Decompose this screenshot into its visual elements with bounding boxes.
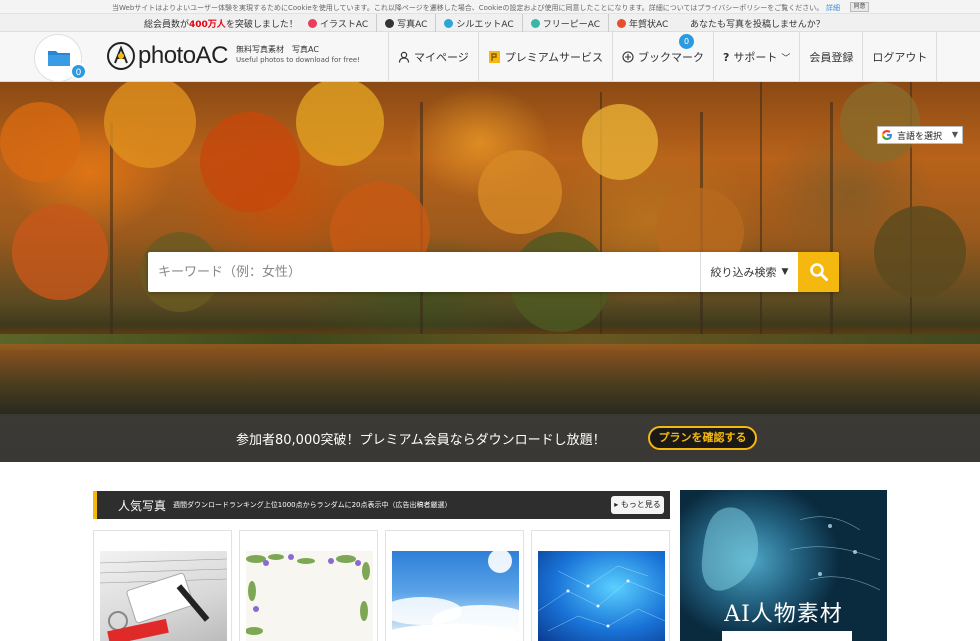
site-link-freebieac[interactable]: フリーピーAC bbox=[521, 14, 608, 32]
hero-section: 言語を選択 ▼ 絞り込み検索 ▼ 参加者80,000突破！プレミアム会員ならダウ… bbox=[0, 82, 980, 462]
folder-icon bbox=[48, 51, 70, 66]
logo-text: photoAC bbox=[138, 42, 228, 69]
illustac-icon bbox=[308, 18, 317, 28]
question-icon: ? bbox=[723, 50, 730, 64]
site-link-illustac[interactable]: イラストAC bbox=[300, 14, 376, 32]
photo-thumbnail-flowers[interactable] bbox=[246, 551, 373, 641]
more-button[interactable]: ▸ もっと見る bbox=[611, 496, 664, 514]
dropdown-arrow-icon: ▼ bbox=[951, 130, 958, 139]
cookie-accept-button[interactable]: 同意 bbox=[850, 2, 869, 12]
user-icon bbox=[398, 51, 410, 63]
photo-card[interactable] bbox=[531, 530, 670, 641]
cookie-bar: 当Webサイトはよりよいユーザー体験を実現するためにCookieを使用しています… bbox=[0, 0, 980, 14]
nav-logout[interactable]: ログアウト bbox=[862, 32, 938, 82]
site-link-silhouetteac[interactable]: シルエットAC bbox=[435, 14, 521, 32]
photo-thumbnail-sky[interactable] bbox=[392, 551, 519, 641]
chevron-down-icon: ﹀ bbox=[781, 53, 791, 64]
promo-text: 参加者80,000突破！プレミアム会員ならダウンロードし放題！ bbox=[236, 433, 606, 448]
ai-banner-title: AI人物素材 bbox=[724, 602, 843, 627]
plus-circle-icon bbox=[622, 51, 634, 63]
search-input[interactable] bbox=[148, 252, 700, 292]
promo-bar: 参加者80,000突破！プレミアム会員ならダウンロードし放題！ プランを確認する bbox=[0, 414, 980, 462]
nav-support[interactable]: ? サポート ﹀ bbox=[713, 32, 799, 82]
blue-sky-image bbox=[392, 551, 519, 641]
tagline: 無料写真素材 写真AC Useful photos to download fo… bbox=[236, 45, 360, 64]
search-icon bbox=[809, 263, 828, 281]
site-link-nengajoac[interactable]: 年賀状AC bbox=[608, 14, 676, 32]
ai-banner-strip bbox=[722, 631, 852, 641]
photo-card[interactable] bbox=[239, 530, 378, 641]
cookie-notice: 当Webサイトはよりよいユーザー体験を実現するためにCookieを使用しています… bbox=[112, 4, 824, 12]
folder-count-badge: 0 bbox=[70, 63, 87, 80]
study-card-image bbox=[100, 558, 227, 641]
sister-sites: イラストAC 写真AC シルエットAC フリーピーAC 年賀状AC bbox=[300, 14, 676, 32]
lake-water bbox=[0, 344, 980, 416]
cookie-detail-link[interactable]: 詳細 bbox=[826, 3, 840, 13]
check-plan-button[interactable]: プランを確認する bbox=[648, 426, 757, 450]
freebieac-icon bbox=[530, 18, 540, 28]
popular-header: 人気写真 週間ダウンロードランキング上位1000点からランダムに20点表示中（広… bbox=[93, 491, 670, 519]
photo-thumbnail-study[interactable] bbox=[100, 551, 227, 641]
member-count: 総会員数が400万人を突破しました！ bbox=[144, 20, 298, 30]
site-logo[interactable]: photoAC bbox=[106, 39, 228, 73]
nav-premium[interactable]: プレミアムサービス bbox=[477, 32, 612, 82]
photoac-icon bbox=[385, 18, 395, 28]
popular-subtitle: 週間ダウンロードランキング上位1000点からランダムに20点表示中（広告出稿者厳… bbox=[173, 501, 452, 509]
photo-card[interactable] bbox=[385, 530, 524, 641]
info-bar: 総会員数が400万人を突破しました！ イラストAC 写真AC シルエットAC フ… bbox=[0, 14, 980, 32]
silhouetteac-icon bbox=[444, 18, 454, 28]
ai-person-banner[interactable]: AI人物素材 bbox=[680, 490, 887, 641]
photo-card[interactable] bbox=[93, 530, 232, 641]
site-link-photoac[interactable]: 写真AC bbox=[376, 14, 435, 32]
popular-title: 人気写真 bbox=[118, 499, 167, 513]
filter-search-button[interactable]: 絞り込み検索 ▼ bbox=[700, 252, 798, 292]
photo-thumbnail-network[interactable] bbox=[538, 551, 665, 641]
header-accent bbox=[93, 491, 97, 519]
nav-register[interactable]: 会員登録 bbox=[799, 32, 862, 82]
flower-frame-image bbox=[246, 554, 370, 635]
nengajoac-icon bbox=[617, 18, 626, 28]
nav-bookmark[interactable]: ブックマーク 0 bbox=[612, 32, 713, 82]
dropdown-triangle-icon: ▼ bbox=[781, 267, 789, 277]
search-button[interactable] bbox=[798, 252, 839, 292]
network-image bbox=[538, 565, 665, 632]
google-icon bbox=[881, 130, 892, 140]
nav-mypage[interactable]: マイページ bbox=[388, 32, 478, 82]
forest-trees bbox=[0, 82, 966, 342]
language-select[interactable]: 言語を選択 ▼ bbox=[877, 126, 963, 144]
post-photo-link[interactable]: あなたも写真を投稿しませんか？ bbox=[690, 17, 825, 30]
photoac-logo-icon bbox=[107, 42, 135, 70]
premium-icon bbox=[488, 51, 500, 63]
bookmark-count-badge: 0 bbox=[679, 34, 695, 49]
search-box: 絞り込み検索 ▼ bbox=[148, 252, 839, 292]
main-nav: マイページ プレミアムサービス ブックマーク 0 ? サポート ﹀ 会員登録 ロ… bbox=[388, 32, 938, 82]
site-header: 0 photoAC 無料写真素材 写真AC Useful photos to d… bbox=[0, 32, 980, 82]
